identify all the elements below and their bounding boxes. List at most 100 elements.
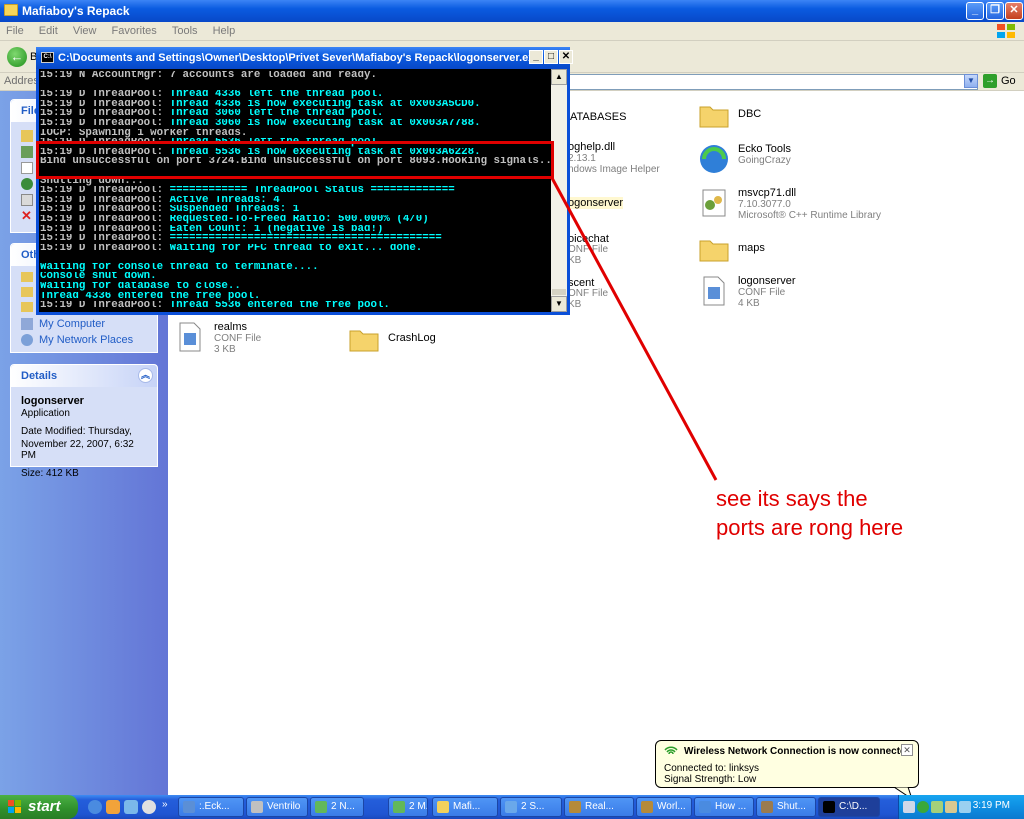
file-item[interactable]: DBC: [698, 95, 848, 141]
computer-icon: [21, 318, 33, 330]
scroll-down-icon[interactable]: ▼: [551, 296, 567, 312]
app-icon: [761, 801, 773, 813]
taskbar-button[interactable]: C:\D...: [818, 797, 880, 817]
app-icon: [641, 801, 653, 813]
folder-icon: [21, 272, 33, 282]
menu-edit[interactable]: Edit: [33, 22, 64, 40]
media-player-icon[interactable]: [142, 800, 156, 814]
console-scrollbar[interactable]: ▲ ▼: [551, 69, 567, 312]
console-icon: C:\: [41, 52, 54, 63]
annotation-text: see its says the ports are rong here: [716, 484, 903, 542]
console-line: 15:19 D ThreadPool: Thread 3060 left the…: [40, 109, 553, 119]
console-line: 15:19 D ThreadPool: ============ ThreadP…: [40, 186, 553, 196]
tray-icon[interactable]: [945, 801, 957, 813]
taskbar-button-label: Shut...: [777, 801, 806, 812]
file-item[interactable]: maps: [698, 229, 848, 275]
other-place-my-network[interactable]: My Network Places: [11, 332, 133, 348]
console-line: 15:19 D ThreadPool: Active Threads: 4: [40, 196, 553, 206]
console-minimize-button[interactable]: _: [529, 50, 543, 64]
taskbar-button-label: Real...: [585, 801, 614, 812]
file-company: GoingCrazy: [738, 155, 791, 166]
taskbar-button[interactable]: Shut...: [756, 797, 816, 817]
restore-button[interactable]: ❐: [986, 2, 1004, 20]
app-icon: [437, 801, 449, 813]
windows-logo-icon: [8, 800, 21, 813]
file-name: DBC: [738, 108, 762, 120]
file-item[interactable]: Ecko Tools GoingCrazy: [698, 139, 848, 185]
folder-icon: [21, 302, 33, 312]
taskbar-button-label: C:\D...: [839, 801, 868, 812]
taskbar-button[interactable]: 2 M...: [388, 797, 428, 817]
back-arrow-icon[interactable]: ←: [7, 47, 27, 67]
chevron-up-icon[interactable]: ︽: [138, 368, 153, 383]
scroll-thumb[interactable]: [552, 289, 566, 295]
notification-balloon[interactable]: Wireless Network Connection is now conne…: [655, 740, 919, 799]
console-titlebar[interactable]: C:\ C:\Documents and Settings\Owner\Desk…: [36, 47, 570, 69]
other-place-my-computer[interactable]: My Computer: [11, 316, 105, 332]
tray-icon[interactable]: [959, 801, 971, 813]
tray-icon[interactable]: [917, 801, 929, 813]
explorer-titlebar[interactable]: Mafiaboy's Repack: [0, 0, 1024, 22]
console-window[interactable]: C:\ C:\Documents and Settings\Owner\Desk…: [36, 47, 573, 315]
tray-icon[interactable]: [931, 801, 943, 813]
console-maximize-button[interactable]: □: [544, 50, 558, 64]
console-line-prefix: 15:19 N AccountMgr:: [40, 71, 170, 81]
file-size: KB: [568, 255, 582, 266]
start-label: start: [28, 798, 61, 815]
network-icon: [21, 334, 33, 346]
menu-view[interactable]: View: [67, 22, 103, 40]
chevron-down-icon[interactable]: ▼: [964, 74, 978, 88]
go-arrow-icon[interactable]: →: [983, 74, 997, 88]
taskbar-button[interactable]: Real...: [564, 797, 634, 817]
folder-icon: [699, 240, 729, 262]
taskbar-button[interactable]: Worl...: [636, 797, 692, 817]
taskbar-button[interactable]: Mafi...: [432, 797, 498, 817]
menu-favorites[interactable]: Favorites: [106, 22, 163, 40]
file-item[interactable]: msvcp71.dll 7.10.3077.0 Microsoft® C++ R…: [698, 183, 918, 229]
desktop: Mafiaboy's Repack _ ❐ ✕ File Edit View F…: [0, 0, 1024, 819]
close-icon[interactable]: ✕: [901, 744, 913, 756]
console-line: 15:19 D ThreadPool: Thread 3060 is now e…: [40, 119, 553, 129]
media-icon[interactable]: [106, 800, 120, 814]
console-line: 15:19 D ThreadPool: Thread 4336 left the…: [40, 90, 553, 100]
file-item[interactable]: CrashLog: [348, 319, 498, 365]
internet-explorer-icon[interactable]: [88, 800, 102, 814]
start-button[interactable]: start: [0, 795, 78, 819]
console-line: 15:19 N AccountMgr: 7 accounts are loade…: [40, 71, 553, 81]
console-line-text: Thread 3060 is now executing task at 0x0…: [169, 118, 481, 129]
taskbar-button[interactable]: 2 S...: [500, 797, 562, 817]
app-icon: [823, 801, 835, 813]
menu-tools[interactable]: Tools: [166, 22, 204, 40]
globe-icon: [21, 178, 33, 190]
taskbar-button-label: Mafi...: [453, 801, 481, 812]
tray-icon[interactable]: [903, 801, 915, 813]
console-line: 15:19 D ThreadPool: Thread 4336 is now e…: [40, 100, 553, 110]
console-output[interactable]: 15:19 N AccountMgr: 7 accounts are loade…: [39, 69, 553, 312]
file-item[interactable]: logonserver CONF File 4 KB: [698, 271, 848, 317]
menu-file[interactable]: File: [0, 22, 30, 40]
chevron-right-icon[interactable]: »: [162, 799, 168, 810]
file-type: ONF File: [568, 288, 608, 299]
console-line-text: Eaten Count: 1 (negative is bad!): [169, 224, 384, 235]
desktop-icon[interactable]: [124, 800, 138, 814]
menu-help[interactable]: Help: [207, 22, 242, 40]
folder-icon: [349, 330, 379, 352]
file-version: 7.10.3077.0: [738, 199, 791, 210]
taskbar-button[interactable]: 2 N...: [310, 797, 364, 817]
taskbar-button[interactable]: Ventrilo: [246, 797, 308, 817]
file-size: KB: [568, 299, 582, 310]
details-header[interactable]: Details ︽: [11, 365, 157, 387]
minimize-button[interactable]: _: [966, 2, 984, 20]
notification-connected: Connected to: linksys: [664, 763, 760, 774]
taskbar-button[interactable]: :.Eck...: [178, 797, 244, 817]
scroll-up-icon[interactable]: ▲: [551, 69, 567, 85]
console-close-button[interactable]: ✕: [559, 50, 573, 64]
file-type: CONF File: [214, 333, 262, 344]
go-button[interactable]: Go: [1001, 75, 1016, 87]
close-button[interactable]: ✕: [1005, 2, 1023, 20]
console-line: 15:19 D ThreadPool: Requested-To-Freed R…: [40, 215, 553, 225]
taskbar-button-label: Ventrilo: [267, 801, 301, 812]
console-line: 15:19 D ThreadPool: Suspended Threads: 1: [40, 205, 553, 215]
taskbar-button[interactable]: How ...: [694, 797, 754, 817]
file-item[interactable]: realms CONF File 3 KB: [174, 317, 324, 363]
